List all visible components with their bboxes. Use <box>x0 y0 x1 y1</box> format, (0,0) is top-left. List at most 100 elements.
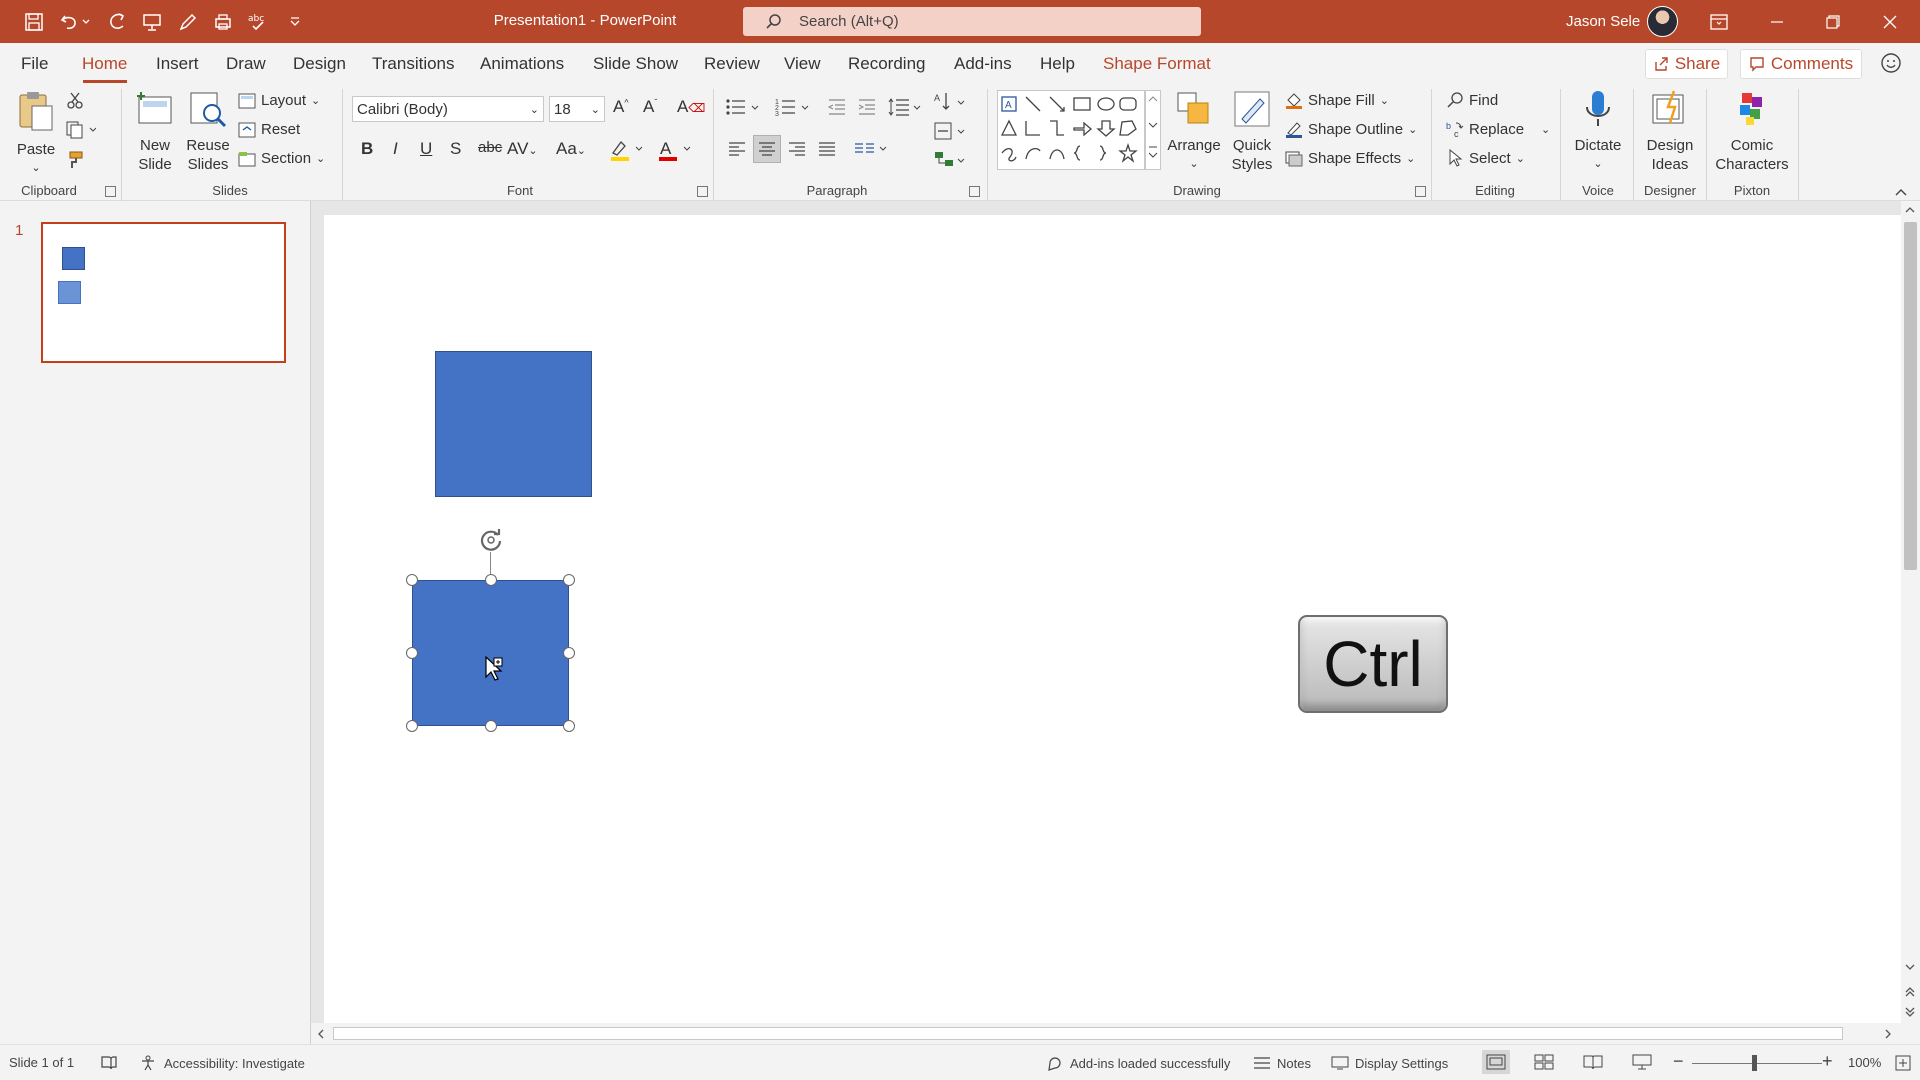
decrease-indent-icon[interactable] <box>827 96 847 123</box>
quick-styles-button[interactable]: Quick Styles <box>1223 89 1281 174</box>
new-slide-button[interactable]: New Slide <box>130 89 180 174</box>
tab-view[interactable]: View <box>784 54 821 74</box>
reading-view-icon[interactable] <box>1583 1054 1603 1070</box>
copy-button[interactable] <box>66 121 96 139</box>
comments-button[interactable]: Comments <box>1740 49 1862 79</box>
font-size-dropdown[interactable]: 18 ⌄ <box>549 96 605 122</box>
print-preview-icon[interactable] <box>210 9 236 35</box>
customize-qat-icon[interactable] <box>282 9 308 35</box>
font-name-dropdown[interactable]: Calibri (Body) ⌄ <box>352 96 544 122</box>
tab-recording[interactable]: Recording <box>848 54 926 74</box>
notes-button[interactable]: Notes <box>1253 1055 1311 1071</box>
increase-font-size-icon[interactable]: A^ <box>613 97 629 117</box>
find-button[interactable]: Find <box>1446 91 1498 109</box>
shapes-gallery-scroll[interactable] <box>1145 90 1161 170</box>
italic-icon[interactable]: I <box>393 139 398 159</box>
tab-design[interactable]: Design <box>293 54 346 74</box>
format-painter-button[interactable] <box>66 151 84 169</box>
align-left-icon[interactable] <box>727 139 747 164</box>
align-right-icon[interactable] <box>787 139 807 164</box>
resize-handle-right[interactable] <box>563 647 575 659</box>
shape-outline-button[interactable]: Shape Outline ⌄ <box>1285 120 1417 138</box>
fit-to-window-icon[interactable] <box>1894 1054 1912 1072</box>
accessibility-checker[interactable]: Accessibility: Investigate <box>140 1055 305 1071</box>
comic-characters-button[interactable]: Comic Characters <box>1712 89 1792 174</box>
spelling-check-icon[interactable] <box>100 1055 118 1071</box>
bold-icon[interactable]: B <box>361 139 373 159</box>
font-color-icon[interactable]: A <box>657 138 693 167</box>
slide-indicator[interactable]: Slide 1 of 1 <box>9 1055 74 1070</box>
share-button[interactable]: Share <box>1645 49 1728 79</box>
paragraph-launcher-icon[interactable] <box>969 186 980 197</box>
clipboard-launcher-icon[interactable] <box>105 186 116 197</box>
resize-handle-bottom[interactable] <box>485 720 497 732</box>
resize-handle-top-left[interactable] <box>406 574 418 586</box>
minimize-icon[interactable] <box>1757 8 1797 36</box>
normal-view-button[interactable] <box>1482 1050 1510 1074</box>
scroll-up-icon[interactable] <box>1903 205 1917 215</box>
reuse-slides-button[interactable]: Reuse Slides <box>184 89 232 174</box>
clear-formatting-icon[interactable]: A⌫ <box>677 97 705 117</box>
shapes-gallery[interactable]: A <box>997 90 1145 170</box>
tab-file[interactable]: File <box>21 54 48 74</box>
previous-slide-icon[interactable] <box>1903 985 1917 999</box>
design-ideas-button[interactable]: Design Ideas <box>1638 89 1702 174</box>
tab-shape-format[interactable]: Shape Format <box>1103 54 1211 74</box>
reset-button[interactable]: Reset <box>238 121 300 138</box>
drawing-launcher-icon[interactable] <box>1415 186 1426 197</box>
shape-fill-button[interactable]: Shape Fill ⌄ <box>1285 91 1389 109</box>
tab-insert[interactable]: Insert <box>156 54 199 74</box>
justify-icon[interactable] <box>817 139 837 164</box>
paste-button[interactable]: Paste ⌄ <box>14 89 58 178</box>
slide-sorter-icon[interactable] <box>1534 1054 1554 1070</box>
tab-add-ins[interactable]: Add-ins <box>954 54 1012 74</box>
display-settings-button[interactable]: Display Settings <box>1331 1055 1448 1071</box>
dictate-button[interactable]: Dictate ⌄ <box>1567 89 1629 174</box>
layout-button[interactable]: Layout ⌄ <box>238 92 320 109</box>
next-slide-icon[interactable] <box>1903 1005 1917 1019</box>
avatar[interactable] <box>1647 6 1678 37</box>
zoom-slider-track[interactable] <box>1692 1063 1822 1064</box>
rectangle-shape-selected[interactable] <box>412 580 569 726</box>
scroll-right-icon[interactable] <box>1883 1028 1893 1040</box>
redo-icon[interactable] <box>104 9 130 35</box>
collapse-ribbon-icon[interactable] <box>1895 187 1907 197</box>
tab-draw[interactable]: Draw <box>226 54 266 74</box>
undo-icon[interactable] <box>56 9 82 35</box>
replace-button[interactable]: bc Replace ⌄ <box>1446 120 1550 139</box>
align-center-button[interactable] <box>753 135 781 163</box>
cut-button[interactable] <box>66 91 84 109</box>
tab-review[interactable]: Review <box>704 54 760 74</box>
arrange-button[interactable]: Arrange ⌄ <box>1165 89 1223 174</box>
rotate-handle-icon[interactable] <box>476 525 506 555</box>
rectangle-shape-top[interactable] <box>435 351 592 497</box>
start-slideshow-icon[interactable] <box>139 9 165 35</box>
tab-transitions[interactable]: Transitions <box>372 54 455 74</box>
tab-home[interactable]: Home <box>82 54 127 74</box>
tab-animations[interactable]: Animations <box>480 54 564 74</box>
restore-icon[interactable] <box>1813 8 1853 36</box>
vertical-scroll-thumb[interactable] <box>1904 222 1917 570</box>
resize-handle-top-right[interactable] <box>563 574 575 586</box>
undo-dropdown-icon[interactable] <box>80 9 92 35</box>
columns-icon[interactable] <box>853 139 889 164</box>
shape-effects-button[interactable]: Shape Effects ⌄ <box>1285 149 1415 167</box>
search-box[interactable]: Search (Alt+Q) <box>743 7 1201 36</box>
line-spacing-icon[interactable] <box>887 96 923 123</box>
tab-help[interactable]: Help <box>1040 54 1075 74</box>
save-icon[interactable] <box>21 9 47 35</box>
resize-handle-bottom-right[interactable] <box>563 720 575 732</box>
slide-show-view-icon[interactable] <box>1632 1054 1652 1070</box>
ribbon-display-options-icon[interactable] <box>1699 8 1739 36</box>
decrease-font-size-icon[interactable]: Aˇ <box>643 97 657 117</box>
spelling-icon[interactable]: abc <box>245 9 271 35</box>
text-shadow-icon[interactable]: S <box>450 139 461 159</box>
numbering-icon[interactable]: 123 <box>775 96 811 123</box>
change-case-icon[interactable]: Aa⌄ <box>556 139 586 159</box>
draw-pen-icon[interactable] <box>175 9 201 35</box>
scroll-left-icon[interactable] <box>316 1028 326 1040</box>
zoom-slider-thumb[interactable] <box>1752 1055 1757 1071</box>
zoom-out-icon[interactable]: − <box>1673 1051 1684 1072</box>
font-launcher-icon[interactable] <box>697 186 708 197</box>
tab-slide-show[interactable]: Slide Show <box>593 54 678 74</box>
